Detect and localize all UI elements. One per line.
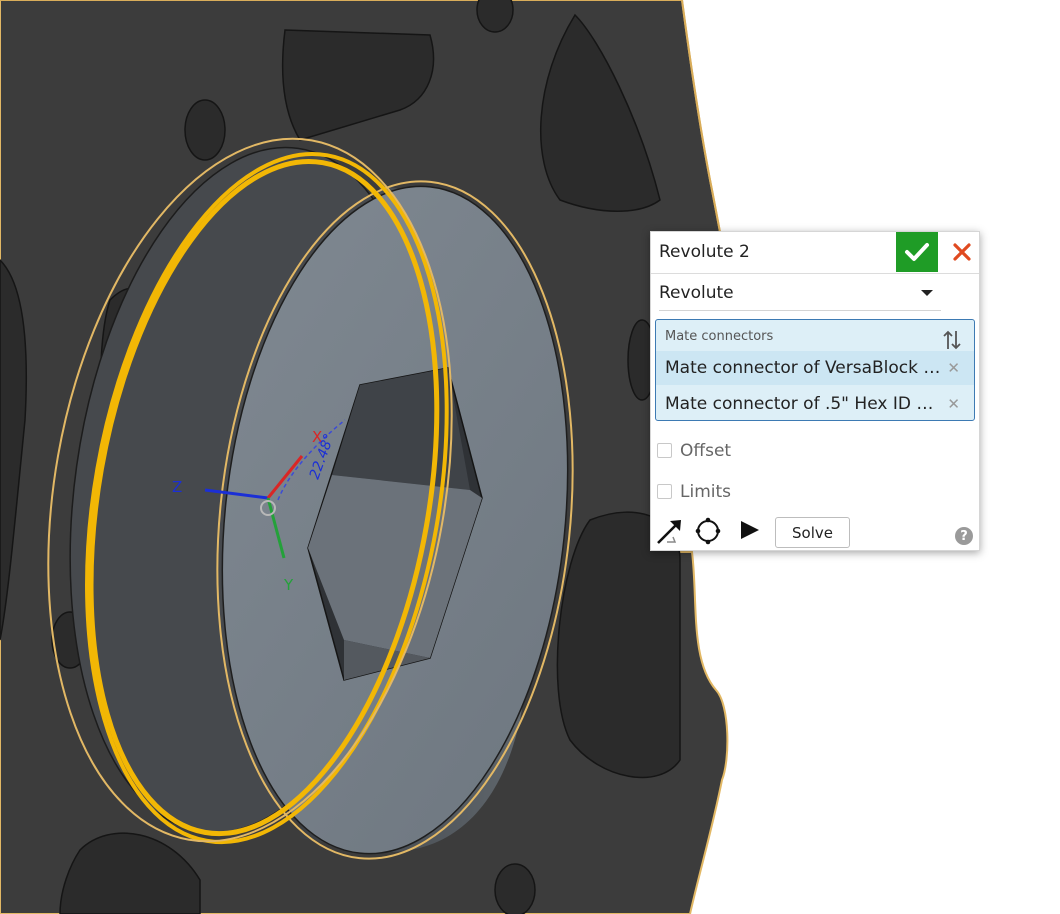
offset-checkbox[interactable] [657,443,672,458]
offset-label: Offset [680,441,732,461]
cancel-button[interactable] [944,232,979,272]
dialog-title: Revolute 2 [659,242,750,262]
mate-dialog: Revolute 2 Revolute Mate connectors Mate… [650,231,980,551]
mate-type-value: Revolute [659,283,734,303]
play-icon[interactable] [735,516,765,546]
mate-connectors-label: Mate connectors [665,329,774,344]
chevron-down-icon [921,290,933,296]
help-icon[interactable]: ? [955,527,973,545]
mate-connectors-field[interactable]: Mate connectors Mate connector of VersaB… [655,319,975,421]
axis-label-y: Y [283,576,294,594]
check-icon [905,243,929,261]
dialog-header: Revolute 2 [651,232,979,274]
mate-type-dropdown[interactable]: Revolute [659,276,941,311]
mate-connector-item[interactable]: Mate connector of VersaBlock Hub Insert … [656,351,974,385]
accept-button[interactable] [896,232,938,272]
remove-icon[interactable]: ✕ [947,395,960,413]
solve-button[interactable]: Solve [775,517,850,548]
rotate-icon[interactable] [693,516,723,546]
flip-order-icon[interactable] [942,329,962,351]
animate-arrow-icon[interactable] [655,516,685,546]
mate-connector-item[interactable]: Mate connector of .5" Hex ID 1.125" OD F… [656,387,974,421]
limits-label: Limits [680,482,731,502]
mate-connector-name: Mate connector of .5" Hex ID 1.125" OD F… [665,394,943,414]
close-icon [952,243,971,261]
axis-label-z: Z [172,478,182,496]
limits-checkbox[interactable] [657,484,672,499]
mate-connector-name: Mate connector of VersaBlock Hub Insert [665,358,943,378]
remove-icon[interactable]: ✕ [947,359,960,377]
